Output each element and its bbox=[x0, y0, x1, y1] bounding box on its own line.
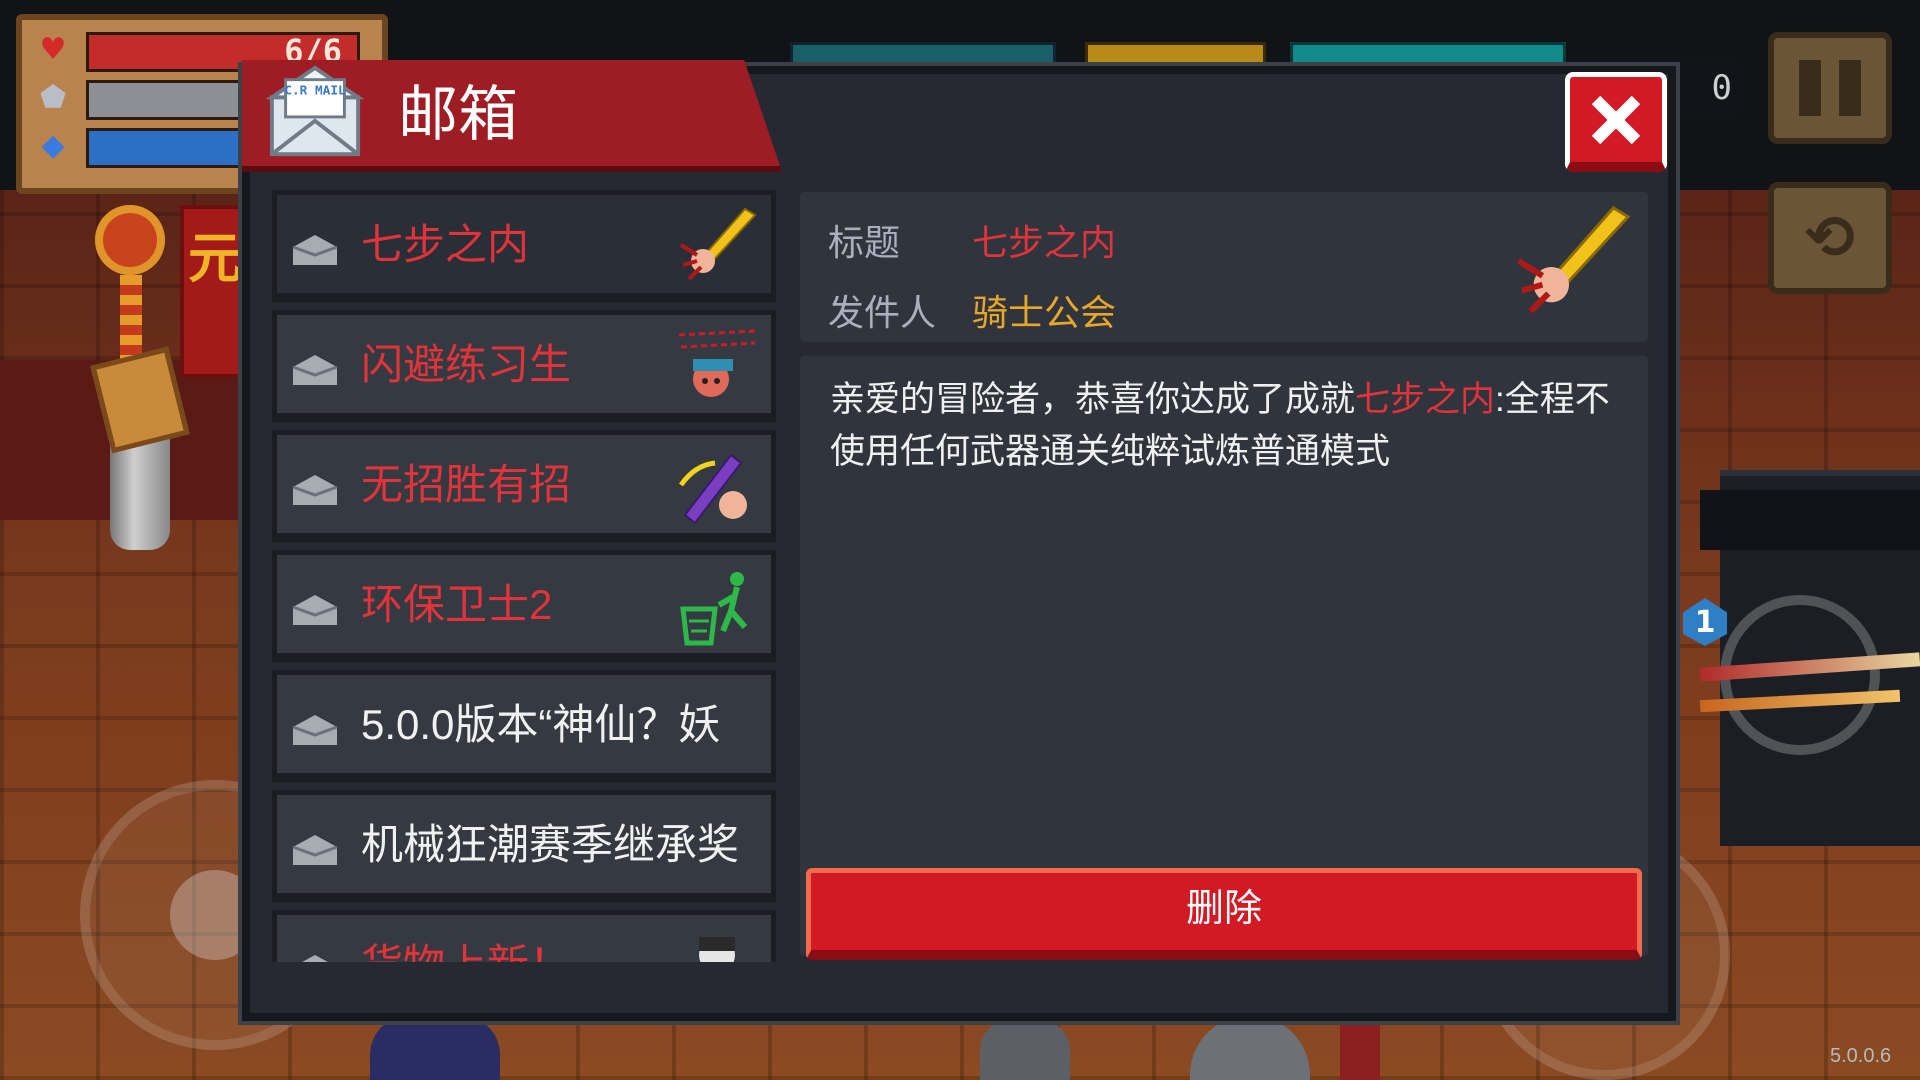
top-status-bar bbox=[1085, 42, 1266, 66]
envelope-icon bbox=[292, 355, 338, 385]
lantern-decoration bbox=[95, 205, 165, 275]
purple-blade-hand-icon bbox=[678, 453, 747, 525]
floor-prop bbox=[1340, 1025, 1380, 1080]
mail-item-label: 闪避练习生 bbox=[361, 341, 572, 388]
mail-list-item[interactable]: 机械狂潮赛季继承奖 bbox=[272, 790, 776, 902]
pause-button[interactable] bbox=[1768, 32, 1892, 144]
sword-hand-icon bbox=[679, 207, 757, 281]
close-icon bbox=[1591, 95, 1641, 144]
mail-item-label: 机械狂潮赛季继承奖 bbox=[361, 821, 740, 868]
character-swap-button[interactable]: ⟲ bbox=[1768, 182, 1892, 294]
mail-body-text: 亲爱的冒险者，恭喜你达成了成就七步之内:全程不使用任何武器通关纯粹试炼普通模式 bbox=[830, 374, 1620, 478]
envelope-icon bbox=[292, 595, 338, 625]
mail-item-label: 七步之内 bbox=[361, 221, 530, 268]
dodge-character-icon bbox=[678, 329, 756, 397]
top-status-bar bbox=[1290, 42, 1566, 66]
mailbox-title: 邮箱 bbox=[398, 81, 518, 148]
mail-item-label: 无招胜有招 bbox=[361, 461, 572, 508]
sender-value: 骑士公会 bbox=[972, 292, 1117, 333]
mail-stamp-text: C.R MAIL bbox=[284, 83, 346, 98]
heart-icon: ♥ bbox=[39, 32, 67, 67]
mail-list-item[interactable]: 5.0.0版本“神仙？妖 bbox=[272, 670, 776, 782]
top-status-bar bbox=[790, 42, 1056, 66]
floor-prop bbox=[980, 1020, 1070, 1080]
mail-list-item[interactable]: 无招胜有招 bbox=[272, 430, 776, 542]
mail-envelope-icon: C.R MAIL bbox=[266, 65, 364, 157]
mail-list-item[interactable]: 闪避练习生 bbox=[272, 310, 776, 422]
mail-item-label: 货物上新！ bbox=[361, 915, 691, 962]
version-label: 5.0.0.6 bbox=[1830, 1045, 1892, 1067]
right-ledge bbox=[1700, 490, 1920, 550]
mail-item-label: 环保卫士2 bbox=[361, 581, 553, 628]
pause-icon bbox=[1799, 60, 1861, 116]
sender-label: 发件人 bbox=[828, 292, 937, 333]
shield-icon: ⬟ bbox=[39, 80, 67, 115]
delete-button[interactable]: 删除 bbox=[806, 868, 1642, 960]
envelope-icon bbox=[302, 955, 328, 962]
body-text-achievement: 七步之内 bbox=[1355, 380, 1496, 419]
recycle-bin-icon bbox=[680, 572, 748, 646]
character-sprite bbox=[370, 1015, 500, 1080]
mail-list[interactable]: 七步之内 闪避练习生 无招胜有招 环保卫士2 5.0.0版本“神仙？妖 机械狂潮… bbox=[272, 190, 776, 962]
diamond-icon: ◆ bbox=[41, 128, 65, 163]
banner-character: 元 bbox=[188, 227, 242, 290]
character-swap-icon: ⟲ bbox=[1804, 203, 1856, 273]
mail-detail-body: 亲爱的冒险者，恭喜你达成了成就七步之内:全程不使用任何武器通关纯粹试炼普通模式 bbox=[800, 356, 1648, 956]
body-text-prefix: 亲爱的冒险者，恭喜你达成了成就 bbox=[830, 380, 1356, 419]
subject-label: 标题 bbox=[828, 222, 901, 263]
envelope-icon bbox=[292, 235, 338, 265]
character-face-icon bbox=[699, 937, 735, 962]
close-button[interactable] bbox=[1565, 72, 1667, 172]
sword-hand-icon bbox=[1517, 206, 1631, 314]
mail-list-item[interactable]: 环保卫士2 bbox=[272, 550, 776, 662]
subject-value: 七步之内 bbox=[972, 222, 1117, 263]
mail-item-label: 5.0.0版本“神仙？妖 bbox=[361, 701, 721, 748]
envelope-icon bbox=[292, 475, 338, 505]
envelope-icon bbox=[292, 835, 338, 865]
envelope-icon bbox=[292, 715, 338, 745]
mail-list-item[interactable]: 货物上新！ bbox=[272, 910, 776, 962]
mail-detail-header: 标题 七步之内 发件人 骑士公会 bbox=[800, 192, 1648, 342]
mail-list-item[interactable]: 七步之内 bbox=[272, 190, 776, 302]
